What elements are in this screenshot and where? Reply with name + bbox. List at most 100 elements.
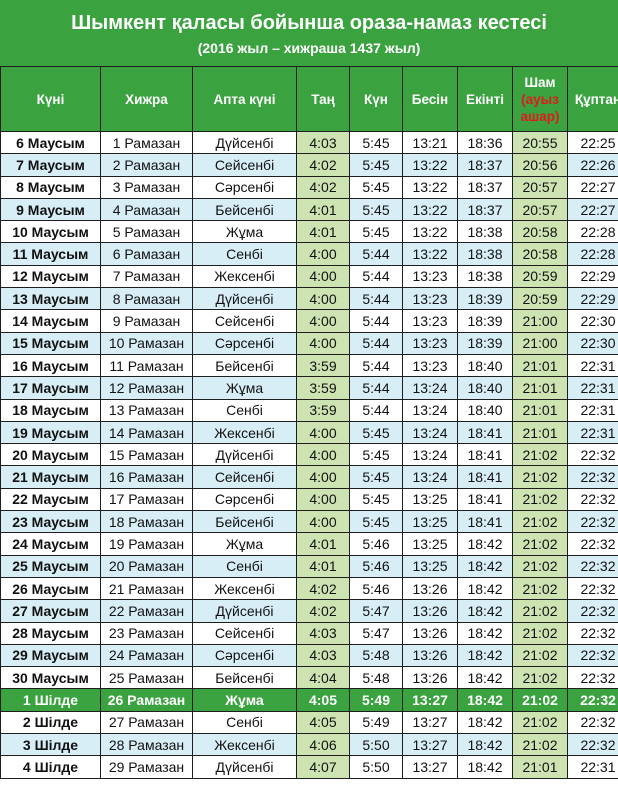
cell-quptan: 22:31 [567, 755, 618, 779]
cell-ekinti: 18:37 [457, 175, 513, 199]
cell-sham: 20:56 [512, 153, 568, 177]
cell-quptan: 22:31 [567, 376, 618, 400]
cell-quptan: 22:30 [567, 309, 618, 333]
cell-ekinti: 18:37 [457, 197, 513, 222]
cell-quptan: 22:32 [567, 643, 618, 668]
cell-kun: 5:45 [349, 465, 403, 489]
cell-kun: 5:44 [349, 331, 403, 355]
cell-quptan: 22:28 [567, 220, 618, 244]
cell-weekday: Бейсенбі [192, 197, 297, 222]
cell-sham: 21:00 [512, 309, 568, 333]
cell-hijri: 4 Рамазан [100, 197, 193, 222]
cell-tan: 4:01 [296, 220, 350, 244]
cell-quptan: 22:32 [567, 576, 618, 601]
cell-kun: 5:44 [349, 287, 403, 311]
cell-date: 4 Шілде [0, 755, 101, 779]
cell-besin: 13:21 [402, 130, 458, 155]
cell-weekday: Жексенбі [192, 264, 297, 289]
cell-hijri: 5 Рамазан [100, 220, 193, 244]
cell-date: 23 Маусым [0, 510, 101, 534]
cell-ekinti: 18:41 [457, 465, 513, 489]
column-header-kun: Күн [349, 66, 403, 132]
cell-date: 16 Маусым [0, 353, 101, 378]
cell-hijri: 18 Рамазан [100, 510, 193, 534]
cell-quptan: 22:32 [567, 532, 618, 556]
cell-quptan: 22:27 [567, 197, 618, 222]
cell-hijri: 22 Рамазан [100, 599, 193, 623]
table-row: 26 Маусым 21 Рамазан Жексенбі 4:02 5:46 13:26… [0, 576, 618, 601]
cell-date: 14 Маусым [0, 309, 101, 333]
cell-hijri: 11 Рамазан [100, 353, 193, 378]
cell-hijri: 1 Рамазан [100, 130, 193, 155]
cell-quptan: 22:25 [567, 130, 618, 155]
table-row: 3 Шілде 28 Рамазан Жексенбі 4:06 5:50 13:27 18… [0, 733, 618, 757]
cell-sham: 21:02 [512, 621, 568, 645]
cell-kun: 5:50 [349, 733, 403, 757]
cell-kun: 5:45 [349, 220, 403, 244]
cell-tan: 3:59 [296, 398, 350, 422]
table-row: 10 Маусым 5 Рамазан Жұма 4:01 5:45 13:22 18:38… [0, 220, 618, 244]
cell-hijri: 25 Рамазан [100, 666, 193, 690]
cell-sham: 21:01 [512, 398, 568, 422]
cell-tan: 4:00 [296, 309, 350, 333]
cell-besin: 13:23 [402, 264, 458, 289]
cell-date: 22 Маусым [0, 487, 101, 512]
cell-besin: 13:26 [402, 643, 458, 668]
cell-sham: 20:59 [512, 264, 568, 289]
cell-besin: 13:27 [402, 710, 458, 735]
cell-ekinti: 18:40 [457, 398, 513, 422]
cell-weekday: Сәрсенбі [192, 331, 297, 355]
cell-sham: 21:02 [512, 465, 568, 489]
cell-sham: 21:02 [512, 666, 568, 690]
cell-quptan: 22:27 [567, 175, 618, 199]
cell-quptan: 22:31 [567, 353, 618, 378]
cell-date: 6 Маусым [0, 130, 101, 155]
cell-kun: 5:45 [349, 153, 403, 177]
cell-weekday: Жұма [192, 220, 297, 244]
cell-sham: 20:57 [512, 175, 568, 199]
cell-kun: 5:45 [349, 443, 403, 467]
cell-date: 1 Шілде [0, 688, 101, 712]
column-header-tan: Таң [296, 66, 350, 132]
table-row: 13 Маусым 8 Рамазан Дүйсенбі 4:00 5:44 13:23 1… [0, 287, 618, 311]
prayer-times-table: Күні Хижра Апта күні Таң Күн Бесін Екінт… [0, 66, 618, 779]
table-row: 7 Маусым 2 Рамазан Сейсенбі 4:02 5:45 13:22 18… [0, 153, 618, 177]
cell-hijri: 7 Рамазан [100, 264, 193, 289]
cell-weekday: Жұма [192, 688, 297, 712]
cell-kun: 5:44 [349, 376, 403, 400]
cell-date: 20 Маусым [0, 443, 101, 467]
cell-kun: 5:45 [349, 130, 403, 155]
column-header-weekday: Апта күні [192, 66, 297, 132]
cell-besin: 13:25 [402, 487, 458, 512]
column-header-quptan: Құптан [567, 66, 618, 132]
cell-weekday: Сәрсенбі [192, 487, 297, 512]
cell-ekinti: 18:41 [457, 420, 513, 445]
cell-tan: 4:03 [296, 621, 350, 645]
cell-ekinti: 18:42 [457, 688, 513, 712]
cell-tan: 4:03 [296, 643, 350, 668]
cell-date: 26 Маусым [0, 576, 101, 601]
table-row: 23 Маусым 18 Рамазан Бейсенбі 4:00 5:45 13:25… [0, 510, 618, 534]
cell-sham: 21:02 [512, 576, 568, 601]
cell-besin: 13:22 [402, 220, 458, 244]
cell-quptan: 22:32 [567, 733, 618, 757]
cell-kun: 5:44 [349, 398, 403, 422]
cell-weekday: Сейсенбі [192, 621, 297, 645]
table-row: 1 Шілде 26 Рамазан Жұма 4:05 5:49 13:27 18:42 2… [0, 688, 618, 712]
cell-besin: 13:23 [402, 287, 458, 311]
table-row: 24 Маусым 19 Рамазан Жұма 4:01 5:46 13:25 18:4… [0, 532, 618, 556]
cell-ekinti: 18:38 [457, 220, 513, 244]
table-row: 25 Маусым 20 Рамазан Сенбі 4:01 5:46 13:25 18:… [0, 554, 618, 578]
cell-ekinti: 18:39 [457, 287, 513, 311]
cell-sham: 21:02 [512, 688, 568, 712]
table-row: 2 Шілде 27 Рамазан Сенбі 4:05 5:49 13:27 18:42… [0, 710, 618, 735]
table-row: 30 Маусым 25 Рамазан Бейсенбі 4:04 5:48 13:26… [0, 666, 618, 690]
cell-date: 17 Маусым [0, 376, 101, 400]
cell-hijri: 26 Рамазан [100, 688, 193, 712]
cell-tan: 4:02 [296, 576, 350, 601]
cell-kun: 5:49 [349, 688, 403, 712]
cell-tan: 3:59 [296, 376, 350, 400]
table-row: 17 Маусым 12 Рамазан Жұма 3:59 5:44 13:24 18:4… [0, 376, 618, 400]
cell-weekday: Сейсенбі [192, 153, 297, 177]
cell-besin: 13:26 [402, 576, 458, 601]
